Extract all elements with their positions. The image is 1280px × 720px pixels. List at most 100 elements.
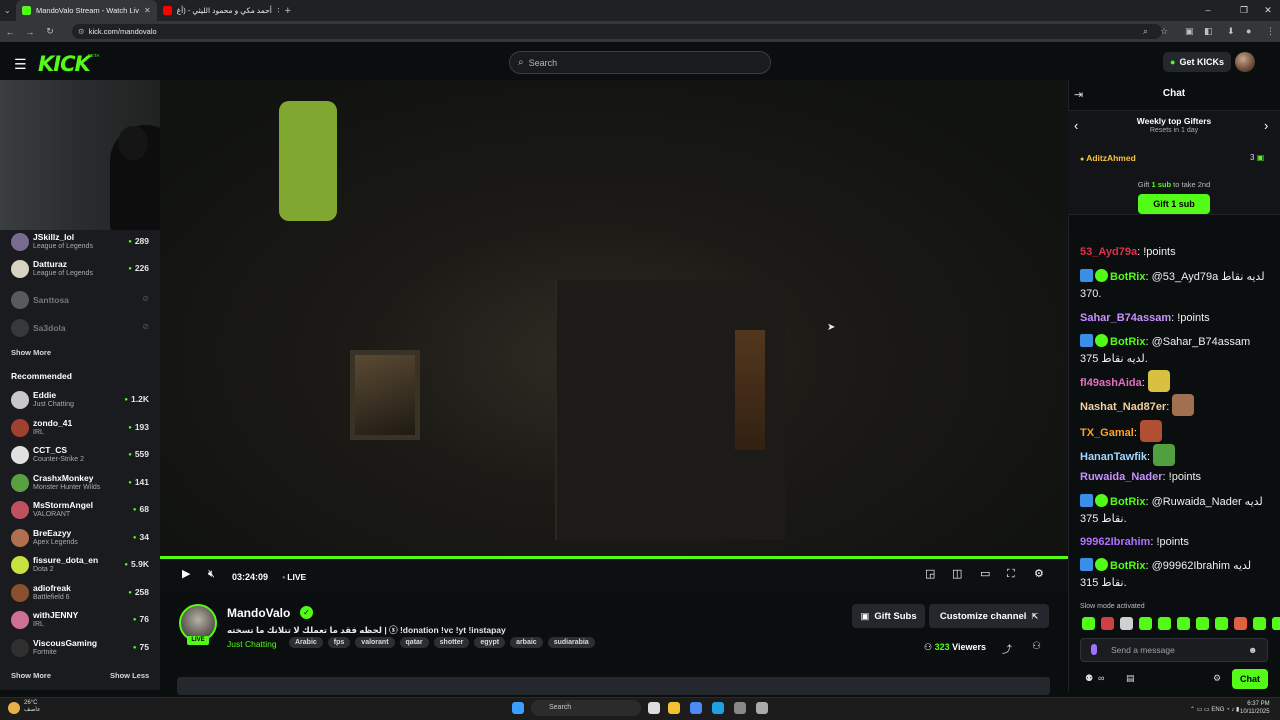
- task-view-icon[interactable]: [648, 702, 660, 714]
- quick-emote[interactable]: [1120, 617, 1133, 630]
- infinity-icon[interactable]: ∞: [1098, 673, 1104, 683]
- quick-emote[interactable]: [1158, 617, 1171, 630]
- user-options-icon[interactable]: ⚇: [1032, 641, 1041, 652]
- stream-tag[interactable]: arbaic: [510, 637, 543, 648]
- chat-username[interactable]: BotRix: [1110, 496, 1145, 508]
- send-chat-button[interactable]: Chat: [1232, 669, 1268, 689]
- microphone-icon[interactable]: [1091, 644, 1097, 655]
- zoom-icon[interactable]: ⌕: [1143, 26, 1148, 37]
- sidebar-channel-item[interactable]: JSkillz_lolLeague of Legends 289: [11, 230, 151, 256]
- customize-channel-button[interactable]: Customize channel ⇱: [929, 604, 1049, 628]
- browser-menu-icon[interactable]: ⋮: [1266, 26, 1275, 37]
- extension-puzzle-icon[interactable]: ◧: [1204, 26, 1213, 37]
- new-tab-button[interactable]: +: [279, 0, 297, 21]
- forward-icon[interactable]: →: [20, 27, 40, 37]
- quick-emote[interactable]: [1139, 617, 1152, 630]
- chat-message-input[interactable]: Send a message: [1080, 638, 1268, 662]
- show-more-following[interactable]: Show More: [11, 348, 51, 357]
- quick-emote[interactable]: [1082, 617, 1095, 630]
- emoji-icon[interactable]: ☻: [1248, 645, 1257, 655]
- minimize-window-icon[interactable]: –: [1196, 0, 1220, 20]
- recommended-channel-item[interactable]: withJENNYIRL 76: [11, 608, 151, 634]
- sidebar-channel-item[interactable]: Santtosa ⊘: [11, 288, 151, 314]
- chat-username[interactable]: Sahar_B74assam: [1080, 312, 1171, 324]
- top-gifter-name[interactable]: AditzAhmed: [1080, 153, 1136, 163]
- weather-widget[interactable]: 26°C عاصف: [24, 700, 41, 714]
- taskbar-search[interactable]: Search: [531, 700, 641, 716]
- sidebar-channel-item[interactable]: Sa3dola ⊘: [11, 316, 151, 342]
- recommended-channel-item[interactable]: adiofreakBattlefield 6 258: [11, 581, 151, 607]
- maximize-window-icon[interactable]: ❐: [1232, 0, 1256, 20]
- close-window-icon[interactable]: ✕: [1256, 0, 1280, 20]
- recommended-channel-item[interactable]: EddieJust Chatting 1.2K: [11, 388, 151, 414]
- settings-gear-icon[interactable]: ⚙: [1034, 569, 1044, 580]
- app-icon[interactable]: [734, 702, 746, 714]
- site-info-icon[interactable]: ⚙: [78, 27, 85, 36]
- stream-tag[interactable]: Arabic: [289, 637, 323, 648]
- gift-box-icon[interactable]: ▤: [1126, 673, 1135, 684]
- tab-list-button[interactable]: ⌄: [0, 0, 16, 21]
- stream-tag[interactable]: egypt: [474, 637, 506, 648]
- url-field[interactable]: ⚙ kick.com/mandovalo: [72, 24, 1162, 39]
- search-input[interactable]: ⌕ Search: [509, 51, 771, 74]
- quick-emote[interactable]: [1234, 617, 1247, 630]
- windows-start-icon[interactable]: [512, 702, 524, 714]
- settings-app-icon[interactable]: [756, 702, 768, 714]
- user-avatar[interactable]: [1235, 52, 1255, 72]
- reload-icon[interactable]: ↻: [40, 26, 60, 37]
- close-tab-icon[interactable]: ✕: [144, 6, 151, 15]
- chat-username[interactable]: 53_Ayd79a: [1080, 246, 1137, 258]
- channel-name[interactable]: MandoValo: [227, 606, 290, 620]
- gift-subs-button[interactable]: ▣ Gift Subs: [852, 604, 925, 628]
- chat-username[interactable]: Nashat_Nad87er: [1080, 401, 1166, 413]
- recommended-channel-item[interactable]: fissure_dota_enDota 2 5.9K: [11, 553, 151, 579]
- browser-tab[interactable]: أحمد مكي و محمود الليثي - (أغ ✕: [157, 0, 279, 21]
- pip-icon[interactable]: ◲: [925, 569, 935, 580]
- profile-icon[interactable]: ●: [1246, 26, 1251, 36]
- show-less-recommended[interactable]: Show Less: [110, 671, 149, 680]
- chat-username[interactable]: HananTawfik: [1080, 451, 1147, 463]
- hamburger-menu-icon[interactable]: ☰: [14, 56, 27, 73]
- downloads-icon[interactable]: ⬇: [1227, 26, 1235, 37]
- stream-tag[interactable]: shotter: [433, 637, 470, 648]
- clip-icon[interactable]: ◫: [952, 569, 962, 580]
- quick-emote[interactable]: [1196, 617, 1209, 630]
- chat-username[interactable]: TX_Gamal: [1080, 427, 1134, 439]
- stream-tag[interactable]: sudiarabia: [547, 637, 595, 648]
- stream-tag[interactable]: qatar: [399, 637, 429, 648]
- system-tray[interactable]: ⌃ ▭ ▭ ENG ◔ ♪ ▮: [1190, 706, 1239, 713]
- recommended-channel-item[interactable]: CrashxMonkeyMonster Hunter Wilds 141: [11, 471, 151, 497]
- kick-logo[interactable]: KICK: [38, 52, 91, 76]
- browser-tab-active[interactable]: MandoValo Stream - Watch Liv ✕: [16, 0, 157, 21]
- chat-settings-icon[interactable]: ⚙: [1213, 673, 1221, 684]
- chat-username[interactable]: Ruwaida_Nader: [1080, 471, 1163, 483]
- chrome-icon[interactable]: [690, 702, 702, 714]
- sidebar-channel-item[interactable]: DatturazLeague of Legends 226: [11, 257, 151, 283]
- mute-icon[interactable]: 🔇︎: [208, 569, 215, 580]
- file-explorer-icon[interactable]: [668, 702, 680, 714]
- recommended-channel-item[interactable]: zondo_41IRL 193: [11, 416, 151, 442]
- chat-username[interactable]: fl49ashAida: [1080, 377, 1142, 389]
- bookmark-star-icon[interactable]: ☆: [1160, 26, 1168, 37]
- points-icon[interactable]: ⚉: [1085, 673, 1093, 684]
- quick-emote[interactable]: [1253, 617, 1266, 630]
- quick-emote[interactable]: [1215, 617, 1228, 630]
- edge-icon[interactable]: [712, 702, 724, 714]
- extensions-icon[interactable]: ▣: [1185, 26, 1194, 37]
- theater-mode-icon[interactable]: ▭: [980, 569, 990, 580]
- recommended-channel-item[interactable]: ViscousGamingFortnite 75: [11, 636, 151, 662]
- share-icon[interactable]: ⤴: [1002, 641, 1012, 656]
- live-indicator[interactable]: LIVE: [282, 572, 306, 582]
- recommended-channel-item[interactable]: BreEazyyApex Legends 34: [11, 526, 151, 552]
- stream-tag[interactable]: fps: [327, 637, 351, 648]
- gift-1-sub-button[interactable]: Gift 1 sub: [1138, 194, 1210, 214]
- stream-tag[interactable]: valorant: [355, 637, 395, 648]
- chat-username[interactable]: BotRix: [1110, 560, 1145, 572]
- back-icon[interactable]: ←: [0, 27, 20, 37]
- chat-username[interactable]: 99962Ibrahim: [1080, 536, 1150, 548]
- show-more-recommended[interactable]: Show More: [11, 671, 51, 680]
- chat-username[interactable]: BotRix: [1110, 336, 1145, 348]
- stream-category[interactable]: Just Chatting: [227, 639, 277, 649]
- quick-emote[interactable]: [1177, 617, 1190, 630]
- get-kicks-button[interactable]: ● Get KICKs: [1163, 52, 1231, 72]
